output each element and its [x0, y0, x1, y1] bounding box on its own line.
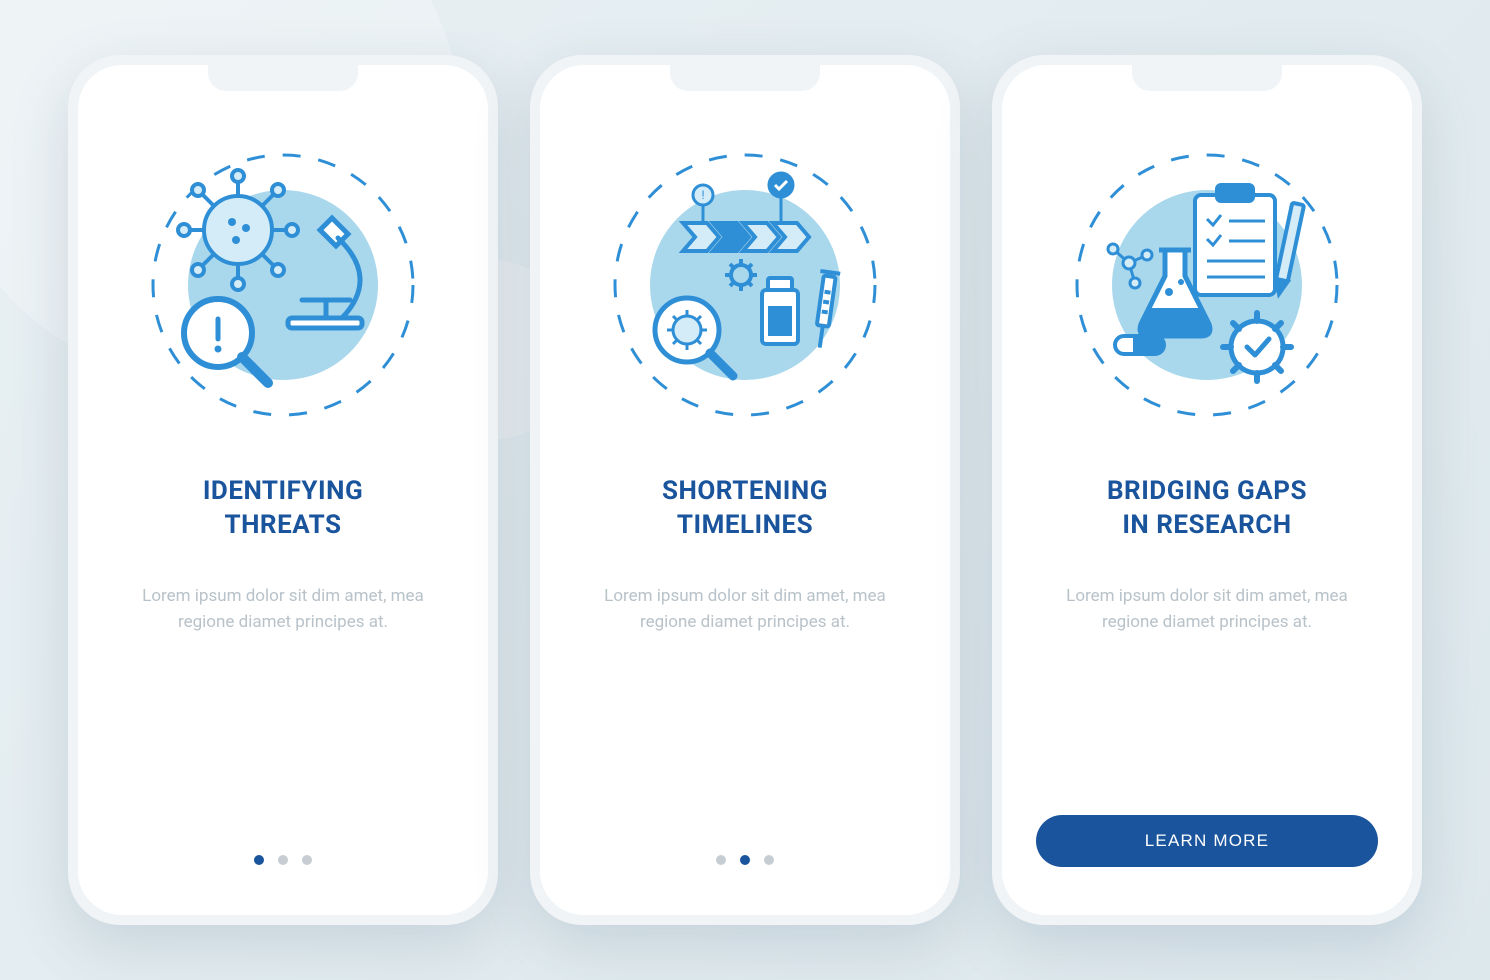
- onboarding-description: Lorem ipsum dolor sit dim amet, mea regi…: [112, 583, 454, 636]
- phone-notch: [1132, 65, 1282, 91]
- onboarding-title: IDENTIFYING THREATS: [203, 475, 363, 543]
- phone-mockup-1: IDENTIFYING THREATS Lorem ipsum dolor si…: [68, 55, 498, 925]
- page-dot[interactable]: [254, 855, 264, 865]
- onboarding-description: Lorem ipsum dolor sit dim amet, mea regi…: [574, 583, 916, 636]
- page-dot[interactable]: [716, 855, 726, 865]
- svg-text:!: !: [701, 188, 704, 202]
- timeline-vaccine-icon: !: [595, 135, 895, 435]
- onboarding-title: SHORTENING TIMELINES: [662, 475, 828, 543]
- page-dot[interactable]: [278, 855, 288, 865]
- onboarding-screen-3: BRIDGING GAPS IN RESEARCH Lorem ipsum do…: [1002, 65, 1412, 915]
- phone-mockup-2: !: [530, 55, 960, 925]
- learn-more-button[interactable]: LEARN MORE: [1036, 815, 1378, 867]
- onboarding-title: BRIDGING GAPS IN RESEARCH: [1107, 475, 1307, 543]
- onboarding-screen-2: !: [540, 65, 950, 915]
- phone-notch: [670, 65, 820, 91]
- page-indicator: [716, 855, 774, 865]
- onboarding-screen-1: IDENTIFYING THREATS Lorem ipsum dolor si…: [78, 65, 488, 915]
- onboarding-description: Lorem ipsum dolor sit dim amet, mea regi…: [1036, 583, 1378, 636]
- phone-mockup-3: BRIDGING GAPS IN RESEARCH Lorem ipsum do…: [992, 55, 1422, 925]
- page-dot[interactable]: [764, 855, 774, 865]
- virus-microscope-icon: [133, 135, 433, 435]
- page-dot[interactable]: [740, 855, 750, 865]
- phone-notch: [208, 65, 358, 91]
- research-clipboard-icon: [1057, 135, 1357, 435]
- page-dot[interactable]: [302, 855, 312, 865]
- page-indicator: [254, 855, 312, 865]
